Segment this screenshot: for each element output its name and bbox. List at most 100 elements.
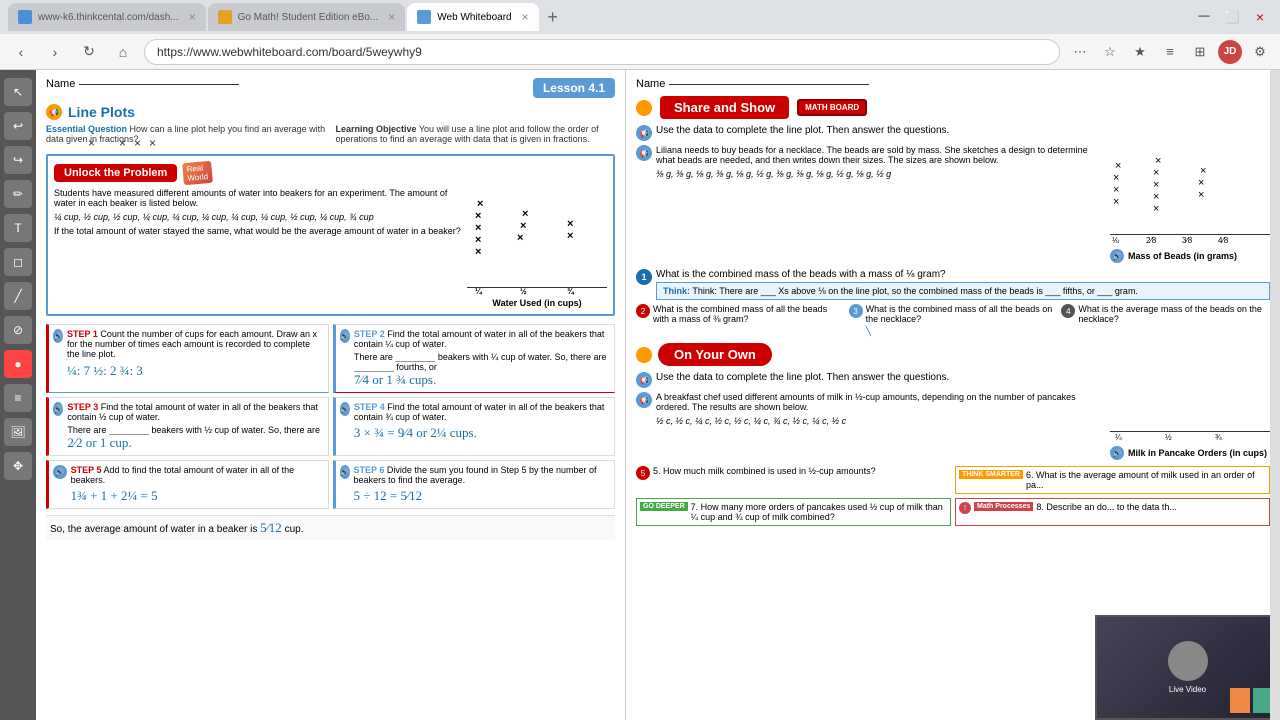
gomath-favicon bbox=[218, 10, 232, 24]
grid-icon[interactable]: ⊞ bbox=[1188, 40, 1212, 64]
name-line-right: Name bbox=[636, 78, 869, 90]
mass-label-row: 🔊 Mass of Beads (in grams) bbox=[1110, 249, 1270, 263]
step3-audio[interactable]: 🔊 bbox=[53, 402, 63, 416]
main-content: ↖ ↩ ↪ ✏ T ◻ ╱ ⊘ ● ≡ 🖼 ✥ Name Lesson 4.1 … bbox=[0, 70, 1280, 720]
q8-badge: ! bbox=[959, 502, 971, 514]
reload-button[interactable]: ↻ bbox=[76, 39, 102, 65]
q5-text: 5. How much milk combined is used in ½-c… bbox=[653, 466, 876, 476]
tool-redo[interactable]: ↪ bbox=[4, 146, 32, 174]
step1-text: Count the number of cups for each amount… bbox=[67, 329, 317, 359]
tab-gomath-close[interactable]: × bbox=[388, 10, 395, 24]
back-button[interactable]: ‹ bbox=[8, 39, 34, 65]
name-underline-right bbox=[669, 84, 869, 85]
menu-icon[interactable]: ≡ bbox=[1158, 40, 1182, 64]
tool-line[interactable]: ╱ bbox=[4, 282, 32, 310]
tab-wb[interactable]: Web Whiteboard × bbox=[407, 3, 538, 31]
restore-button[interactable]: ⬜ bbox=[1220, 5, 1244, 29]
mass-audio[interactable]: 🔊 bbox=[1110, 249, 1124, 263]
new-tab-button[interactable]: + bbox=[541, 5, 565, 29]
x-marks-top: × × × × bbox=[88, 136, 156, 150]
tool-move[interactable]: ✥ bbox=[4, 452, 32, 480]
bookmark-icon[interactable]: ☆ bbox=[1098, 40, 1122, 64]
question-1-row: 1 What is the combined mass of the beads… bbox=[636, 269, 1270, 300]
video-thumbnail[interactable]: Live Video bbox=[1095, 615, 1280, 720]
step6-audio[interactable]: 🔊 bbox=[340, 465, 350, 479]
tool-shape[interactable]: ◻ bbox=[4, 248, 32, 276]
tool-list[interactable]: ≡ bbox=[4, 384, 32, 412]
pancake-text: A breakfast chef used different amounts … bbox=[656, 392, 1102, 412]
think-label: Think: bbox=[663, 286, 690, 296]
tick-3/4-milk: ¾ bbox=[1215, 433, 1222, 442]
section-title-bar: 📢 Line Plots bbox=[46, 104, 615, 120]
step1-audio[interactable]: 🔊 bbox=[53, 329, 63, 343]
tool-cursor[interactable]: ↖ bbox=[4, 78, 32, 106]
problem-layout: Students have measured different amounts… bbox=[54, 188, 607, 308]
tab-gomath[interactable]: Go Math! Student Edition eBo... × bbox=[208, 3, 406, 31]
milk-label-row: 🔊 Milk in Pancake Orders (in cups) bbox=[1110, 446, 1270, 460]
water-values: ¼ cup, ½ cup, ½ cup, ¼ cup, ¼ cup, ¼ cup… bbox=[54, 212, 461, 222]
step3-label: STEP 3 bbox=[67, 402, 98, 412]
step3-detail: There are beakers with ½ cup of water. S… bbox=[67, 425, 323, 435]
x-mark: × bbox=[477, 198, 483, 210]
milk-axis bbox=[1110, 431, 1270, 432]
tool-color[interactable]: ● bbox=[4, 350, 32, 378]
tool-eraser[interactable]: ⊘ bbox=[4, 316, 32, 344]
step2-audio[interactable]: 🔊 bbox=[340, 329, 350, 343]
step4-audio[interactable]: 🔊 bbox=[340, 402, 350, 416]
unlock-label: Unlock the Problem bbox=[64, 167, 167, 179]
star-icon[interactable]: ★ bbox=[1128, 40, 1152, 64]
address-bar: ‹ › ↻ ⌂ ⋯ ☆ ★ ≡ ⊞ JD ⚙ bbox=[0, 34, 1280, 70]
tab-wb-close[interactable]: × bbox=[522, 10, 529, 24]
step6-label: STEP 6 bbox=[354, 465, 385, 475]
beads-text-area: 📢 Liliana needs to buy beads for a neckl… bbox=[636, 145, 1102, 263]
think-text: Think: There are ___ Xs above ⅛ on the l… bbox=[692, 286, 1138, 296]
step5-audio[interactable]: 🔊 bbox=[53, 465, 67, 479]
tab-k6[interactable]: www-k6.thinkcental.com/dash... × bbox=[8, 3, 206, 31]
profile-button[interactable]: JD bbox=[1218, 40, 1242, 64]
learning-objective: Learning Objective You will use a line p… bbox=[336, 124, 616, 148]
on-your-own-button[interactable]: On Your Own bbox=[658, 343, 772, 366]
q7-row: GO DEEPER 7. How many more orders of pan… bbox=[636, 498, 951, 526]
tool-pen[interactable]: ✏ bbox=[4, 180, 32, 208]
step4-label: STEP 4 bbox=[354, 402, 385, 412]
tick-half: ½ bbox=[520, 287, 527, 296]
milk-audio[interactable]: 🔊 bbox=[1110, 446, 1124, 460]
share-show-button[interactable]: Share and Show bbox=[660, 96, 789, 119]
close-window-button[interactable]: × bbox=[1248, 5, 1272, 29]
steps-grid: 🔊 STEP 1 Count the number of cups for ea… bbox=[46, 324, 615, 456]
think-box: Think: Think: There are ___ Xs above ⅛ o… bbox=[656, 282, 1270, 300]
shelf-items bbox=[1230, 688, 1273, 713]
q6-badge: THINK SMARTER bbox=[959, 470, 1023, 479]
tick-1/4-milk: ¼ bbox=[1115, 433, 1122, 442]
milk-values: ½ c, ½ c, ¼ c, ½ c, ½ c, ¼ c, ¾ c, ½ c, … bbox=[656, 416, 1102, 426]
q2-row: 2 What is the combined mass of all the b… bbox=[636, 304, 845, 337]
oya-instruction-icon: 📢 bbox=[636, 372, 652, 388]
step1-handwriting: ¼: 7 ½: 2 ¾: 3 bbox=[67, 363, 324, 379]
home-button[interactable]: ⌂ bbox=[110, 39, 136, 65]
tool-image[interactable]: 🖼 bbox=[4, 418, 32, 446]
step-4: 🔊 STEP 4 Find the total amount of water … bbox=[333, 397, 616, 456]
tool-text[interactable]: T bbox=[4, 214, 32, 242]
beads-axis bbox=[1110, 234, 1270, 235]
conclusion-text: So, the average amount of water in a bea… bbox=[50, 524, 260, 535]
q4-row: 4 What is the average mass of the beads … bbox=[1061, 304, 1270, 337]
problem-text-area: Students have measured different amounts… bbox=[54, 188, 461, 308]
step-1: 🔊 STEP 1 Count the number of cups for ea… bbox=[46, 324, 329, 393]
left-sidebar: ↖ ↩ ↪ ✏ T ◻ ╱ ⊘ ● ≡ 🖼 ✥ bbox=[0, 70, 36, 720]
instruction-text: Use the data to complete the line plot. … bbox=[656, 125, 949, 136]
lesson-badge: Lesson 4.1 bbox=[533, 78, 615, 98]
q2-icon: 2 bbox=[636, 304, 650, 318]
right-scrollbar[interactable] bbox=[1270, 70, 1280, 720]
q3-text: What is the combined mass of all the bea… bbox=[866, 304, 1058, 337]
extensions-icon[interactable]: ⋯ bbox=[1068, 40, 1092, 64]
toolbar-icons: ⋯ ☆ ★ ≡ ⊞ JD ⚙ bbox=[1068, 40, 1272, 64]
settings-icon[interactable]: ⚙ bbox=[1248, 40, 1272, 64]
forward-button[interactable]: › bbox=[42, 39, 68, 65]
problem-text: Students have measured different amounts… bbox=[54, 188, 461, 208]
minimize-button[interactable]: ─ bbox=[1192, 5, 1216, 29]
tab-k6-close[interactable]: × bbox=[189, 10, 196, 24]
address-input[interactable] bbox=[144, 39, 1060, 65]
tool-undo[interactable]: ↩ bbox=[4, 112, 32, 140]
conclusion-answer: 5⁄12 bbox=[260, 520, 282, 535]
x-mark: × bbox=[567, 230, 573, 242]
